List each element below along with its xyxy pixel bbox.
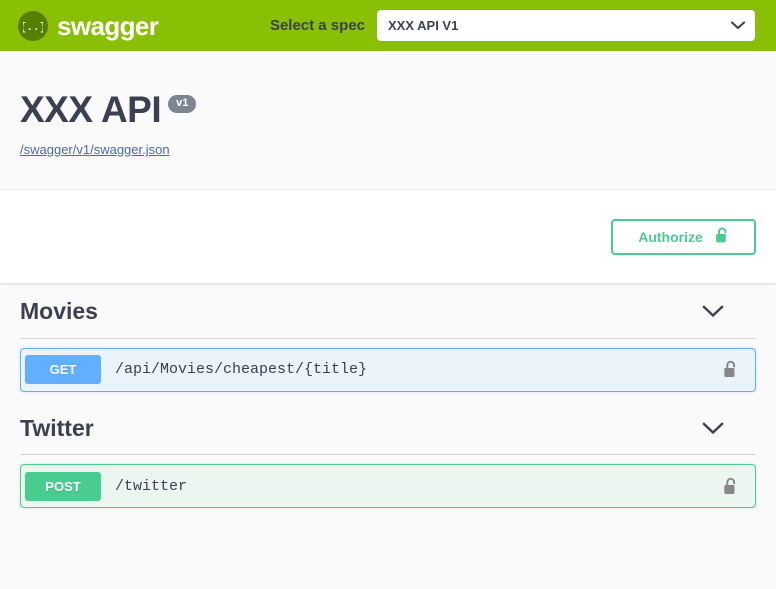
unlock-icon[interactable] [723,360,755,379]
operation-path: /api/Movies/cheapest/{title} [115,361,368,379]
tag-header-movies[interactable]: Movies [20,284,756,339]
tag-name: Twitter [20,414,94,441]
operation-path: /twitter [115,477,188,495]
authorize-button[interactable]: Authorize [611,218,756,255]
select-spec-label: Select a spec [269,17,365,34]
version-badge: v1 [168,95,197,113]
swagger-braces-icon: {..} [18,10,48,41]
spec-url-link[interactable]: /swagger/v1/swagger.json [20,142,170,157]
paths-container: Movies GET /api/Movies/cheapest/{title} … [0,284,776,509]
unlock-icon [715,227,729,247]
scheme-container: Authorize [0,189,776,284]
tag-name: Movies [20,298,98,324]
tag-section-movies: Movies GET /api/Movies/cheapest/{title} [20,284,756,392]
chevron-down-icon[interactable] [702,305,724,318]
spec-select-value: XXX API V1 [388,18,459,33]
page-title: XXX API [20,89,162,130]
chevron-down-icon[interactable] [702,422,724,435]
svg-text:{..}: {..} [23,22,43,34]
topbar: {..} swagger Select a spec XXX API V1 [0,0,776,51]
operation-post-twitter[interactable]: POST /twitter [20,464,756,509]
swagger-logo-text: swagger [57,10,159,41]
http-method-badge: GET [25,355,101,385]
authorize-button-label: Authorize [638,228,703,245]
swagger-logo-link[interactable]: {..} swagger [18,10,159,41]
api-info-section: XXX API v1 /swagger/v1/swagger.json [0,51,776,189]
spec-select-wrapper: XXX API V1 [377,10,755,41]
api-title-row: XXX API v1 [20,91,756,128]
tag-section-twitter: Twitter POST /twitter [20,401,756,509]
http-method-badge: POST [25,471,101,501]
unlock-icon[interactable] [723,477,755,496]
operation-get-api-movies-cheapest-title[interactable]: GET /api/Movies/cheapest/{title} [20,347,756,392]
tag-header-twitter[interactable]: Twitter [20,401,756,456]
spec-select[interactable]: XXX API V1 [377,10,755,41]
